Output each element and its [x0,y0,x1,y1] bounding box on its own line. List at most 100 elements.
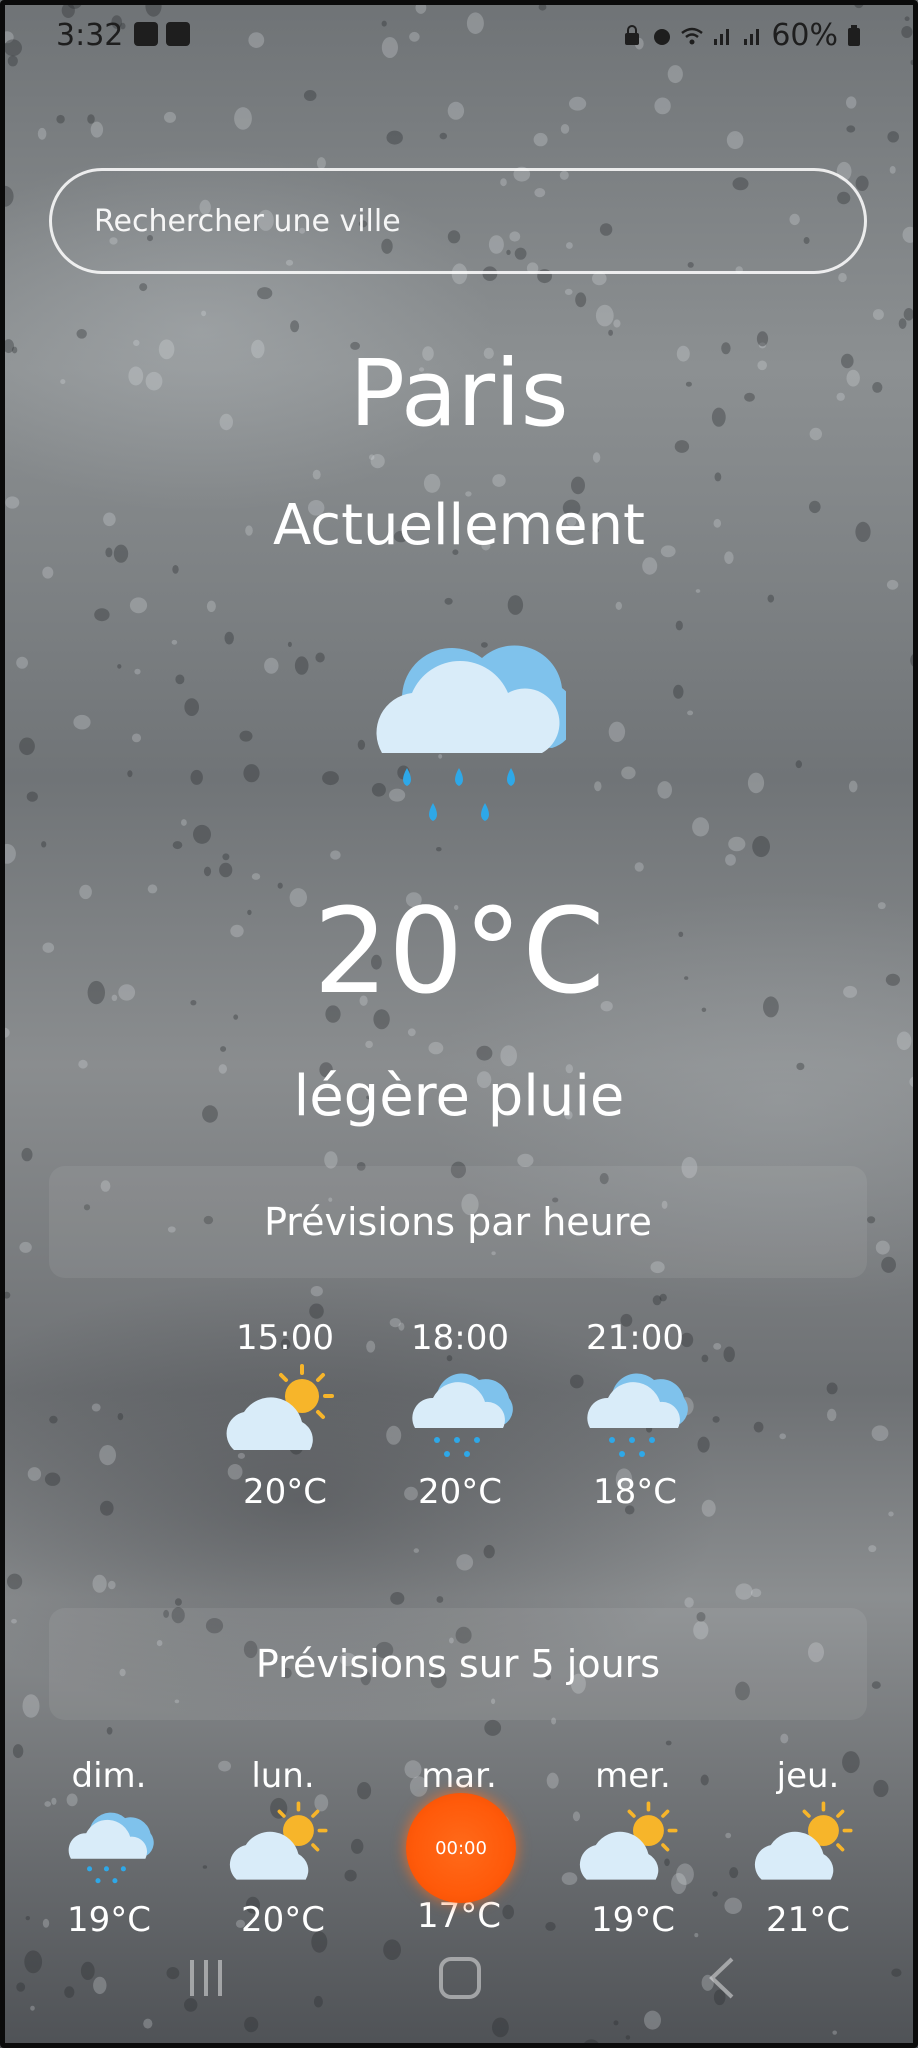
raindrop [476,1045,493,1061]
raindrop [625,2035,631,2040]
battery-percent: 60% [771,18,838,53]
raindrop [855,175,869,191]
city-name: Paris [349,340,569,447]
raindrop [243,764,260,783]
raindrop [436,847,442,852]
raindrop [0,843,16,864]
daily-forecast-title: Prévisions sur 5 jours [255,1642,661,1686]
status-time: 3:32 [56,18,124,53]
hourly-temp: 20°C [242,1472,327,1512]
raindrop [175,674,185,685]
daily-item: mer. 19°C [558,1756,708,1940]
device-frame [0,0,918,2048]
raindrop [41,841,47,848]
raindrop [692,817,710,837]
hourly-forecast-header: Prévisions par heure [49,1166,867,1278]
raindrop [428,1041,444,1055]
raindrop [657,781,672,799]
daily-item: dim. 19°C [34,1756,184,1940]
raindrop [613,2020,619,2026]
raindrop [888,1511,894,1517]
search-input[interactable] [92,202,796,240]
raindrop [27,1467,42,1481]
raindrop [49,1415,58,1424]
current-temperature: 20°C [313,882,605,1020]
raindrop [838,272,847,283]
raindrop [423,473,441,493]
raindrop [575,292,587,308]
raindrop [560,123,570,134]
loading-spinner-icon[interactable]: 00:00 [406,1793,516,1903]
raindrop [910,653,918,668]
raindrop [73,714,91,730]
raindrop [21,1147,33,1162]
hourly-item: 18:00 20°C [380,1318,540,1512]
raindrop [7,1573,23,1590]
raindrop [172,841,183,850]
raindrop [456,1554,474,1571]
raindrop [139,283,148,292]
raindrop [735,1583,753,1600]
raindrop [365,1040,373,1049]
raindrop [370,454,385,469]
raindrop [896,1031,912,1051]
raindrop [91,1403,101,1412]
daily-item: lun. 20°C [208,1756,358,1940]
hourly-temp: 18°C [592,1472,677,1512]
raindrop [652,1295,662,1306]
raindrop [310,1286,323,1297]
status-right-icons: 60% [621,18,862,53]
back-button[interactable] [696,1952,748,2004]
raindrop [312,469,321,480]
raindrop [594,781,602,792]
raindrop [654,97,671,115]
recent-apps-button[interactable] [180,1952,232,2004]
raindrop [407,1028,416,1037]
raindrop [753,1421,764,1433]
raindrop [868,1545,877,1553]
raindrop [56,114,65,124]
raindrop [413,1548,419,1553]
search-bar[interactable] [49,168,867,274]
daily-temp: 20°C [240,1900,325,1940]
alarm-icon [654,28,671,45]
raindrop [7,55,18,67]
hourly-time: 21:00 [586,1318,684,1358]
raindrop [659,1293,667,1302]
raindrop [309,1303,324,1319]
raindrop [615,601,622,611]
raindrop [644,2010,661,2030]
raindrop [145,0,162,17]
spinner-label: 00:00 [435,1837,487,1859]
raindrop [19,737,35,756]
raindrop [0,185,14,207]
hourly-forecast-title: Prévisions par heure [264,1200,652,1244]
raindrop [447,101,465,120]
raindrop [750,1588,762,1598]
home-button[interactable] [434,1952,486,2004]
raindrop [257,287,273,300]
recent-apps-icon [190,1960,222,1996]
raindrop [444,597,453,605]
raindrop [752,835,770,858]
raindrop [131,733,142,743]
daily-temp: 19°C [66,1900,151,1940]
raindrop [357,1782,372,1800]
raindrop [904,16,910,22]
raindrop [264,657,279,674]
status-left-icons [134,22,190,46]
raindrop [76,329,87,339]
raindrop [846,96,857,109]
signal-icon [744,28,760,45]
raindrop [767,594,775,603]
hourly-item: 21:00 18°C [555,1318,715,1512]
raindrop [848,780,858,793]
raindrop [853,0,865,9]
raindrop [16,656,28,669]
raindrop [239,730,253,742]
checkbox-icon [166,22,190,46]
raindrop [675,620,683,631]
raindrop [44,1472,61,1486]
daily-forecast-header: Prévisions sur 5 jours [49,1608,867,1720]
raindrop [507,595,524,615]
